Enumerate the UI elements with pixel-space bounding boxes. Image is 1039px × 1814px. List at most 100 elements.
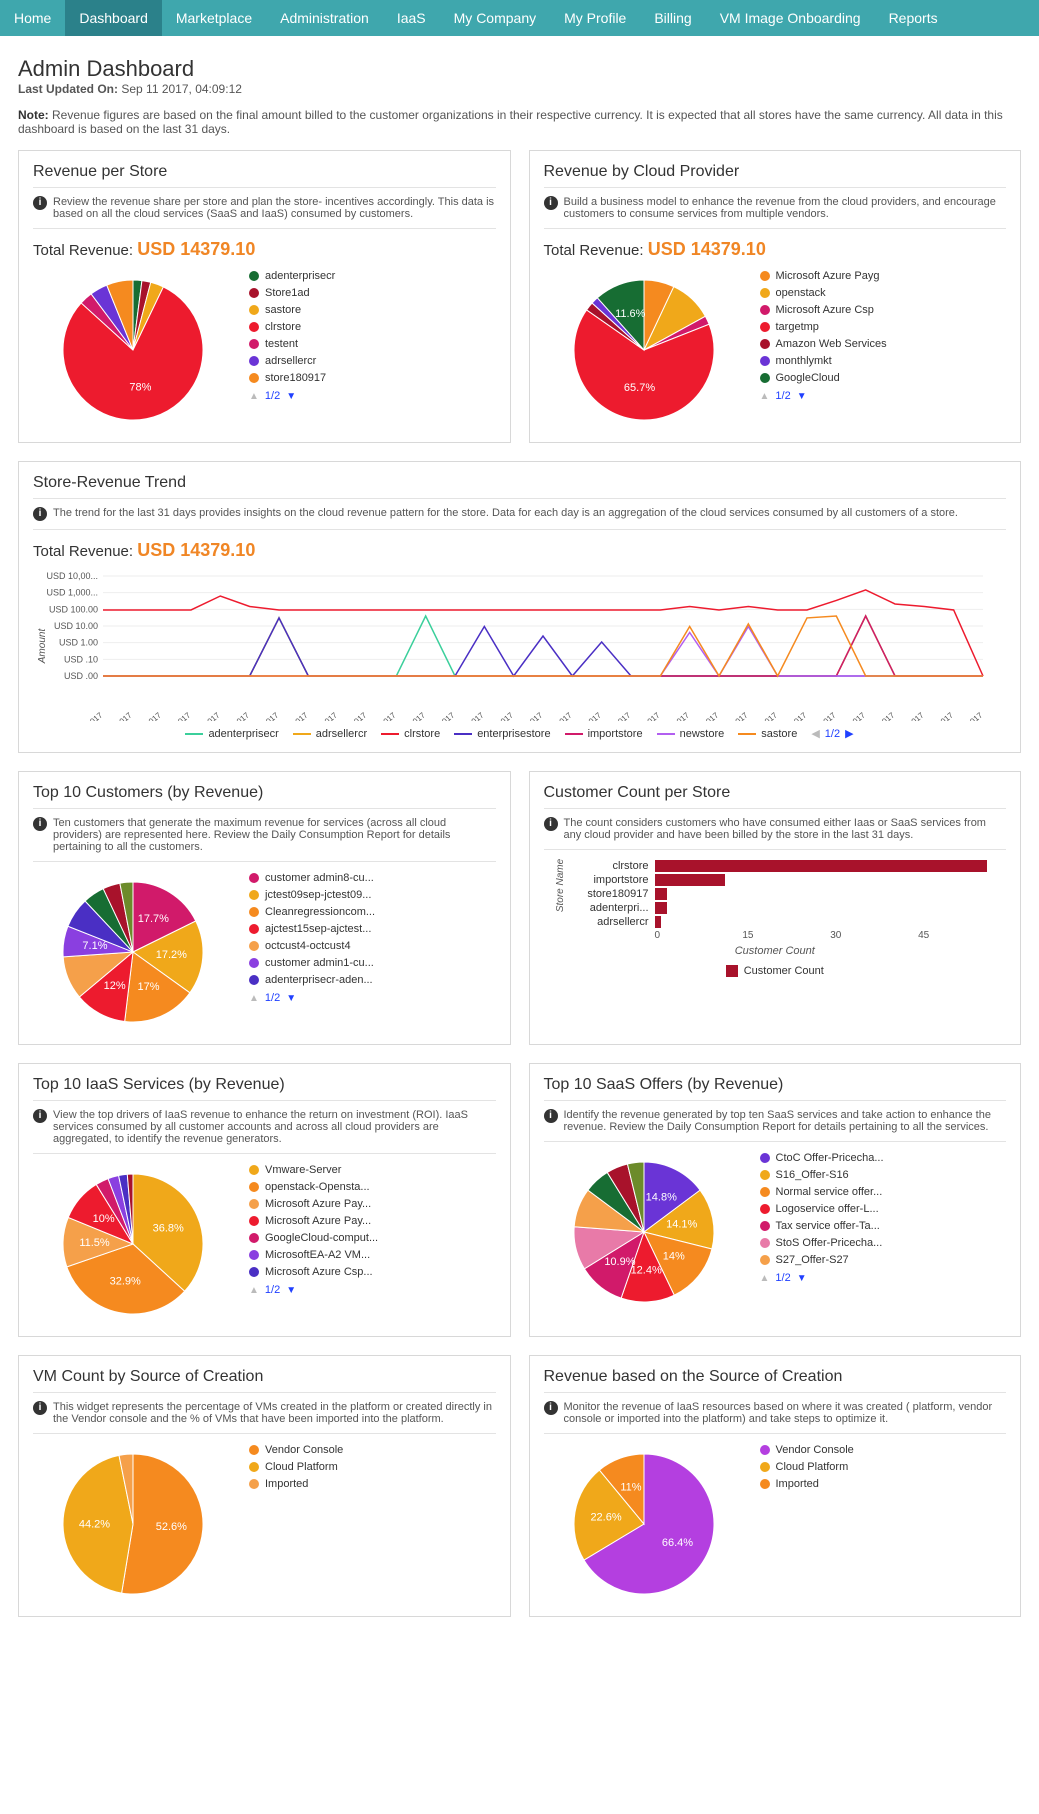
card-rev-source: Revenue based on the Source of Creation … [529, 1355, 1022, 1617]
svg-text:USD 100.00: USD 100.00 [49, 604, 98, 614]
legend-item: Normal service offer... [760, 1186, 1007, 1198]
line-legend-item: adenterprisecr [185, 728, 278, 740]
legend-item: Vmware-Server [249, 1164, 496, 1176]
svg-text:44.2%: 44.2% [79, 1519, 110, 1531]
pager-prev-icon[interactable]: ◀ [811, 727, 819, 740]
svg-text:32.9%: 32.9% [110, 1276, 141, 1288]
pager-prev-icon[interactable]: ▲ [249, 1285, 259, 1296]
legend-item: Tax service offer-Ta... [760, 1220, 1007, 1232]
svg-text:22.6%: 22.6% [590, 1511, 621, 1523]
legend-item: customer admin1-cu... [249, 957, 496, 969]
legend-item: Amazon Web Services [760, 338, 1007, 350]
legend-item: Vendor Console [249, 1444, 496, 1456]
pager-next-icon[interactable]: ▼ [286, 391, 296, 402]
pager-prev-icon[interactable]: ▲ [760, 1273, 770, 1284]
legend-item: Imported [760, 1478, 1007, 1490]
pager-prev-icon[interactable]: ▲ [249, 391, 259, 402]
pager-next-icon[interactable]: ▼ [286, 993, 296, 1004]
svg-text:USD .00: USD .00 [64, 671, 98, 681]
nav-vmimage[interactable]: VM Image Onboarding [706, 0, 875, 36]
legend-item: Microsoft Azure Csp... [249, 1266, 496, 1278]
total-revenue: Total Revenue: USD 14379.10 [33, 239, 496, 260]
svg-text:10.9%: 10.9% [604, 1256, 635, 1268]
legend-pager[interactable]: ◀ 1/2 ▶ [811, 727, 853, 740]
legend-item: ajctest15sep-ajctest... [249, 923, 496, 935]
svg-text:65.7%: 65.7% [623, 382, 654, 394]
legend-pager[interactable]: ▲1/2▼ [249, 390, 496, 402]
card-customer-count: Customer Count per Store iThe count cons… [529, 771, 1022, 1045]
pie-top-saas: 14.8%14.1%14%12.4%10.9% [544, 1152, 744, 1312]
legend-pager[interactable]: ▲1/2▼ [760, 390, 1007, 402]
svg-text:14.1%: 14.1% [666, 1218, 697, 1230]
pie-revenue-store: 78% [33, 270, 233, 430]
pager-prev-icon[interactable]: ▲ [760, 391, 770, 402]
svg-text:10%: 10% [93, 1213, 115, 1225]
info-icon: i [33, 196, 47, 210]
card-vm-count: VM Count by Source of Creation iThis wid… [18, 1355, 511, 1617]
svg-text:11.5%: 11.5% [79, 1237, 110, 1249]
info-icon: i [544, 1401, 558, 1415]
legend-item: clrstore [249, 321, 496, 333]
pie-revenue-cloud: 65.7% 11.6% [544, 270, 744, 430]
nav-mycompany[interactable]: My Company [440, 0, 550, 36]
nav-reports[interactable]: Reports [875, 0, 952, 36]
svg-text:52.6%: 52.6% [156, 1521, 187, 1533]
pager-next-icon[interactable]: ▼ [286, 1285, 296, 1296]
pager-next-icon[interactable]: ▼ [797, 391, 807, 402]
card-title: Revenue per Store [33, 163, 496, 188]
pager-next-icon[interactable]: ▼ [797, 1273, 807, 1284]
legend-item: Microsoft Azure Payg [760, 270, 1007, 282]
pie-top-customers: 17.7%17.2%17%12%7.1% [33, 872, 233, 1032]
legend-item: testent [249, 338, 496, 350]
pager-next-icon[interactable]: ▶ [845, 727, 853, 740]
legend-item: jctest09sep-jctest09... [249, 889, 496, 901]
legend-item: sastore [249, 304, 496, 316]
legend-item: GoogleCloud-comput... [249, 1232, 496, 1244]
nav-billing[interactable]: Billing [640, 0, 705, 36]
line-legend-item: importstore [565, 728, 643, 740]
svg-text:USD 1.00: USD 1.00 [59, 638, 98, 648]
legend-pager[interactable]: ▲1/2▼ [249, 1284, 496, 1296]
legend-item: targetmp [760, 321, 1007, 333]
legend-item: Vendor Console [760, 1444, 1007, 1456]
nav-administration[interactable]: Administration [266, 0, 383, 36]
top-nav: Home Dashboard Marketplace Administratio… [0, 0, 1039, 36]
line-legend-item: clrstore [381, 728, 440, 740]
card-title: Top 10 IaaS Services (by Revenue) [33, 1076, 496, 1101]
page-title: Admin Dashboard [18, 56, 1021, 82]
bar-row: store180917 [564, 888, 1007, 900]
total-revenue: Total Revenue: USD 14379.10 [544, 239, 1007, 260]
legend-pager[interactable]: ▲1/2▼ [249, 992, 496, 1004]
legend-item: adenterprisecr-aden... [249, 974, 496, 986]
legend-item: StoS Offer-Pricecha... [760, 1237, 1007, 1249]
line-legend-item: enterprisestore [454, 728, 550, 740]
bar-row: adenterpri... [564, 902, 1007, 914]
legend-item: octcust4-octcust4 [249, 940, 496, 952]
legend-item: adrsellercr [249, 355, 496, 367]
card-top-iaas: Top 10 IaaS Services (by Revenue) iView … [18, 1063, 511, 1337]
nav-marketplace[interactable]: Marketplace [162, 0, 266, 36]
nav-iaas[interactable]: IaaS [383, 0, 440, 36]
svg-text:11.6%: 11.6% [615, 308, 646, 320]
card-top-saas: Top 10 SaaS Offers (by Revenue) iIdentif… [529, 1063, 1022, 1337]
y-axis-label: Store Name [555, 859, 566, 912]
info-icon: i [33, 1401, 47, 1415]
legend-item: Microsoft Azure Pay... [249, 1198, 496, 1210]
card-title: Revenue by Cloud Provider [544, 163, 1007, 188]
info-icon: i [33, 507, 47, 521]
legend-item: store180917 [249, 372, 496, 384]
nav-myprofile[interactable]: My Profile [550, 0, 640, 36]
line-chart: USD 10,00...USD 1,000...USD 100.00USD 10… [33, 571, 993, 721]
card-title: VM Count by Source of Creation [33, 1368, 496, 1393]
legend-item: Logoservice offer-L... [760, 1203, 1007, 1215]
legend-item: Microsoft Azure Pay... [249, 1215, 496, 1227]
svg-text:36.8%: 36.8% [153, 1222, 184, 1234]
bar-row: adrsellercr [564, 916, 1007, 928]
legend-item: customer admin8-cu... [249, 872, 496, 884]
legend-pager[interactable]: ▲1/2▼ [760, 1272, 1007, 1284]
pager-prev-icon[interactable]: ▲ [249, 993, 259, 1004]
svg-text:11%: 11% [620, 1482, 641, 1494]
nav-dashboard[interactable]: Dashboard [65, 0, 162, 36]
nav-home[interactable]: Home [0, 0, 65, 36]
card-revenue-cloud: Revenue by Cloud Provider iBuild a busin… [529, 150, 1022, 443]
